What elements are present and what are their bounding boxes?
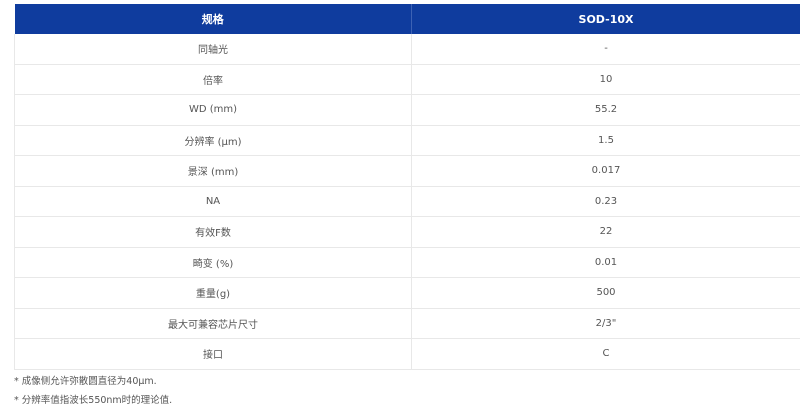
row-value: 10: [412, 64, 800, 95]
spec-table: 规格 SOD-10X 同轴光 - 倍率 10 WD (mm) 55.2 分辨率 …: [14, 4, 800, 370]
row-value: 22: [412, 217, 800, 248]
row-label: 畸变 (%): [15, 247, 412, 278]
footnotes: * 成像侧允许弥散圆直径为40μm. * 分辨率值指波长550nm时的理论值.: [14, 372, 172, 410]
row-value: 0.01: [412, 247, 800, 278]
row-label: NA: [15, 186, 412, 217]
table-row: 接口 C: [15, 339, 800, 370]
row-label: 重量(g): [15, 278, 412, 309]
row-value: 1.5: [412, 125, 800, 156]
table-header-row: 规格 SOD-10X: [15, 4, 800, 34]
row-value: 500: [412, 278, 800, 309]
row-label: WD (mm): [15, 95, 412, 126]
table-row: 有效F数 22: [15, 217, 800, 248]
row-value: -: [412, 34, 800, 64]
table-row: WD (mm) 55.2: [15, 95, 800, 126]
row-label: 倍率: [15, 64, 412, 95]
footnote-circle-of-confusion: * 成像侧允许弥散圆直径为40μm.: [14, 372, 172, 391]
table-row: 分辨率 (μm) 1.5: [15, 125, 800, 156]
row-value: 55.2: [412, 95, 800, 126]
row-label: 同轴光: [15, 34, 412, 64]
row-label: 景深 (mm): [15, 156, 412, 187]
row-label: 最大可兼容芯片尺寸: [15, 308, 412, 339]
footnote-resolution: * 分辨率值指波长550nm时的理论值.: [14, 391, 172, 410]
row-label: 接口: [15, 339, 412, 370]
table-row: 同轴光 -: [15, 34, 800, 64]
row-value: 0.017: [412, 156, 800, 187]
row-label: 有效F数: [15, 217, 412, 248]
row-label: 分辨率 (μm): [15, 125, 412, 156]
table-row: 最大可兼容芯片尺寸 2/3": [15, 308, 800, 339]
header-spec: 规格: [15, 4, 412, 34]
row-value: 0.23: [412, 186, 800, 217]
table-row: 倍率 10: [15, 64, 800, 95]
row-value: C: [412, 339, 800, 370]
row-value: 2/3": [412, 308, 800, 339]
table-row: 景深 (mm) 0.017: [15, 156, 800, 187]
header-model: SOD-10X: [412, 4, 800, 34]
table-row: 重量(g) 500: [15, 278, 800, 309]
table-row: NA 0.23: [15, 186, 800, 217]
table-row: 畸变 (%) 0.01: [15, 247, 800, 278]
